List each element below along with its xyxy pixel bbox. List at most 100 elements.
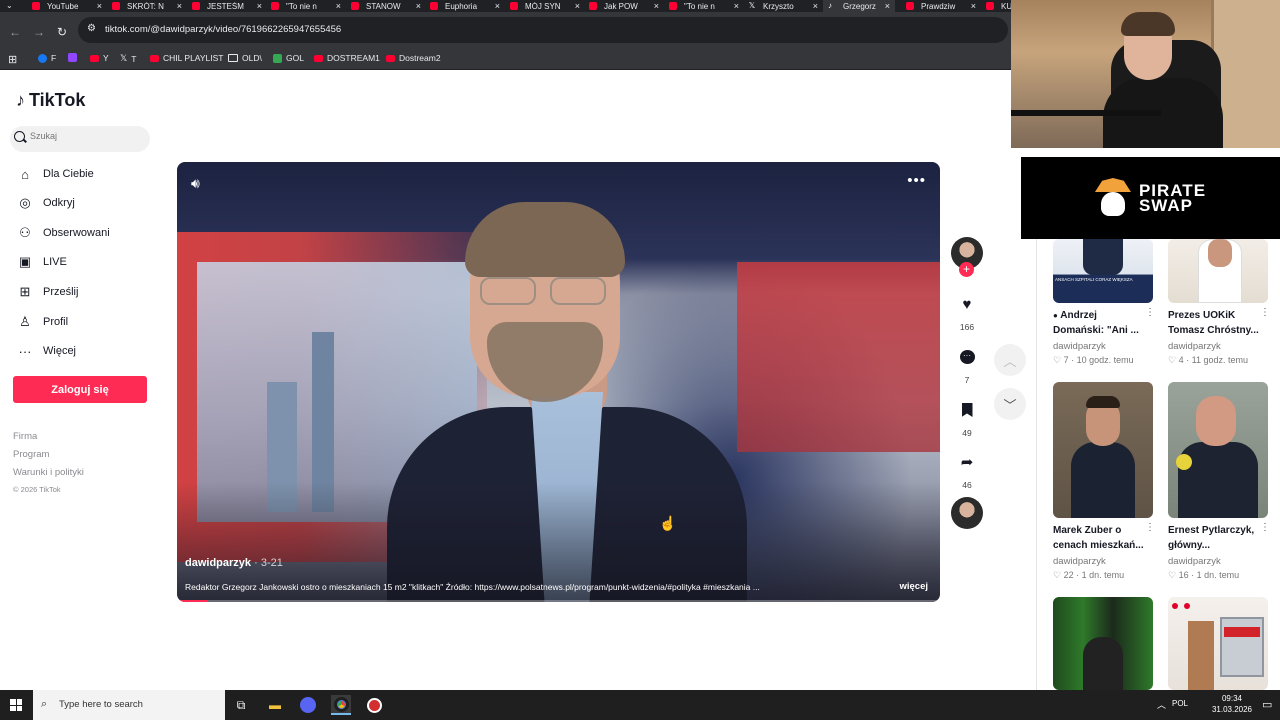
footer-link-program[interactable]: Program xyxy=(13,449,49,460)
save-action[interactable]: 49 xyxy=(951,394,983,438)
windows-start-icon[interactable] xyxy=(10,699,22,711)
browser-tab[interactable]: JESTEŚM × xyxy=(192,0,262,12)
site-settings-icon[interactable]: ⚙ xyxy=(87,23,96,34)
video-author[interactable]: dawidparzyk · 3-21 xyxy=(185,557,283,569)
video-progress-bar[interactable] xyxy=(177,600,940,602)
browser-tab[interactable]: "To nie n × xyxy=(271,0,341,12)
nav-item-more[interactable]: ··· Więcej xyxy=(16,342,77,360)
video-card-title[interactable]: Ernest Pytlarczyk, główny... xyxy=(1168,523,1263,553)
bookmark-folder[interactable]: OLD\ xyxy=(228,53,262,63)
share-icon[interactable]: ➦ xyxy=(951,446,983,478)
video-thumbnail[interactable] xyxy=(1168,382,1268,518)
comment-action[interactable]: ··· 7 xyxy=(951,341,983,385)
video-thumbnail[interactable] xyxy=(1053,382,1153,518)
taskbar-search-box[interactable]: ⌕ Type here to search xyxy=(33,690,225,720)
nav-item-explore[interactable]: ◎ Odkryj xyxy=(16,194,74,212)
footer-link-terms[interactable]: Warunki i polityki xyxy=(13,467,84,478)
video-card-title[interactable]: Marek Zuber o cenach mieszkań... xyxy=(1053,523,1148,553)
browser-tab[interactable]: MÓJ SYN × xyxy=(510,0,580,12)
more-options-icon[interactable]: ••• xyxy=(907,172,926,189)
nav-item-following[interactable]: ⚇ Obserwowani xyxy=(16,224,109,242)
tab-close-icon[interactable]: × xyxy=(885,1,890,11)
card-menu-icon[interactable]: ⋮ xyxy=(1145,522,1155,533)
browser-tab[interactable]: YouTube × xyxy=(32,0,102,12)
nav-item-upload[interactable]: ⊞ Prześlij xyxy=(16,283,79,301)
tab-close-icon[interactable]: × xyxy=(813,1,818,11)
bookmark-item[interactable]: Dostream2 xyxy=(386,53,441,63)
card-menu-icon[interactable]: ⋮ xyxy=(1260,307,1270,318)
tiktok-logo[interactable]: ♪ TikTok xyxy=(16,90,85,111)
bookmark-item[interactable]: 𝕏 T xyxy=(120,53,136,64)
language-indicator[interactable]: POL xyxy=(1172,699,1188,708)
video-card-author[interactable]: dawidparzyk xyxy=(1053,556,1106,567)
browser-tab[interactable]: Jak POW × xyxy=(589,0,659,12)
tray-chevron-up-icon[interactable]: ︿ xyxy=(1157,698,1166,711)
tab-close-icon[interactable]: × xyxy=(257,1,262,11)
browser-tab[interactable]: Prawdziw × xyxy=(906,0,976,12)
nav-item-profile[interactable]: ♙ Profil xyxy=(16,313,68,331)
notification-icon[interactable]: ▭ xyxy=(1262,698,1272,711)
tab-close-icon[interactable]: × xyxy=(416,1,421,11)
forward-arrow-icon[interactable]: → xyxy=(33,25,45,39)
tab-search-chevron-icon[interactable]: ⌄ xyxy=(6,1,13,10)
video-card-title[interactable]: ● Andrzej Domański: "Ani ... xyxy=(1053,308,1148,338)
file-explorer-icon[interactable]: ▬ xyxy=(265,695,285,715)
browser-tab-active[interactable]: ♪ Grzegorz × xyxy=(823,0,895,12)
bookmark-item[interactable]: DOSTREAM1 xyxy=(314,53,380,63)
footer-link-company[interactable]: Firma xyxy=(13,431,37,442)
video-thumbnail[interactable] xyxy=(1168,597,1268,690)
comment-icon[interactable]: ··· xyxy=(951,341,983,373)
tab-close-icon[interactable]: × xyxy=(654,1,659,11)
login-button[interactable]: Zaloguj się xyxy=(13,376,147,403)
bookmark-item[interactable]: Y xyxy=(90,53,109,63)
task-view-icon[interactable]: ⧉ xyxy=(231,695,251,715)
tab-close-icon[interactable]: × xyxy=(336,1,341,11)
next-video-chevron-down-icon[interactable]: ﹀ xyxy=(994,388,1026,420)
heart-icon[interactable]: ♥ xyxy=(951,288,983,320)
video-card-title[interactable]: Prezes UOKiK Tomasz Chróstny... xyxy=(1168,308,1263,338)
previous-video-chevron-up-icon[interactable]: ︿ xyxy=(994,344,1026,376)
discord-icon[interactable] xyxy=(298,695,318,715)
like-action[interactable]: ♥ 166 xyxy=(951,288,983,333)
address-bar[interactable]: ⚙ tiktok.com/@dawidparzyk/video/76196622… xyxy=(78,17,1008,43)
video-thumbnail[interactable]: ANSACH SZPITALI CORAZ WIĘKSZA xyxy=(1053,239,1153,303)
more-description-link[interactable]: więcej xyxy=(899,581,928,592)
tab-close-icon[interactable]: × xyxy=(971,1,976,11)
search-input[interactable] xyxy=(30,131,145,141)
video-card-author[interactable]: dawidparzyk xyxy=(1168,341,1221,352)
video-card-author[interactable]: dawidparzyk xyxy=(1168,556,1221,567)
card-menu-icon[interactable]: ⋮ xyxy=(1260,522,1270,533)
browser-tab[interactable]: Euphoria × xyxy=(430,0,500,12)
card-menu-icon[interactable]: ⋮ xyxy=(1145,307,1155,318)
bookmark-item[interactable] xyxy=(68,53,81,62)
video-card-author[interactable]: dawidparzyk xyxy=(1053,341,1106,352)
nav-item-for-you[interactable]: ⌂ Dla Ciebie xyxy=(16,165,94,183)
browser-tab[interactable]: STANOW × xyxy=(351,0,421,12)
search-box[interactable] xyxy=(10,126,150,152)
sound-avatar[interactable] xyxy=(951,497,983,529)
tab-close-icon[interactable]: × xyxy=(575,1,580,11)
nav-item-live[interactable]: ▣ LIVE xyxy=(16,253,67,271)
browser-tab[interactable]: SKRÓT: N × xyxy=(112,0,182,12)
url-text[interactable]: tiktok.com/@dawidparzyk/video/7619662265… xyxy=(105,24,341,35)
tab-close-icon[interactable]: × xyxy=(734,1,739,11)
reload-icon[interactable]: ↻ xyxy=(57,25,67,39)
video-thumbnail[interactable] xyxy=(1168,239,1268,303)
chrome-icon[interactable] xyxy=(331,695,351,715)
bookmark-item[interactable]: F xyxy=(38,53,56,63)
bookmark-icon[interactable] xyxy=(951,394,983,426)
video-thumbnail[interactable] xyxy=(1053,597,1153,690)
tab-close-icon[interactable]: × xyxy=(495,1,500,11)
browser-tab[interactable]: 𝕏 Krzyszto × xyxy=(748,0,818,12)
browser-tab[interactable]: KU xyxy=(986,0,1012,12)
video-player[interactable]: 🔊︎ ••• dawidparzyk · 3-21 Redaktor Grzeg… xyxy=(177,162,940,602)
back-arrow-icon[interactable]: ← xyxy=(9,25,21,39)
tab-close-icon[interactable]: × xyxy=(97,1,102,11)
obs-recording-icon[interactable] xyxy=(364,695,384,715)
browser-tab[interactable]: "To nie n × xyxy=(669,0,739,12)
follow-plus-icon[interactable]: + xyxy=(959,262,974,277)
tab-close-icon[interactable]: × xyxy=(177,1,182,11)
share-action[interactable]: ➦ 46 xyxy=(951,446,983,490)
clock[interactable]: 09:34 31.03.2026 xyxy=(1207,693,1257,715)
bookmark-item[interactable]: CHIL PLAYLIST xyxy=(150,53,223,63)
